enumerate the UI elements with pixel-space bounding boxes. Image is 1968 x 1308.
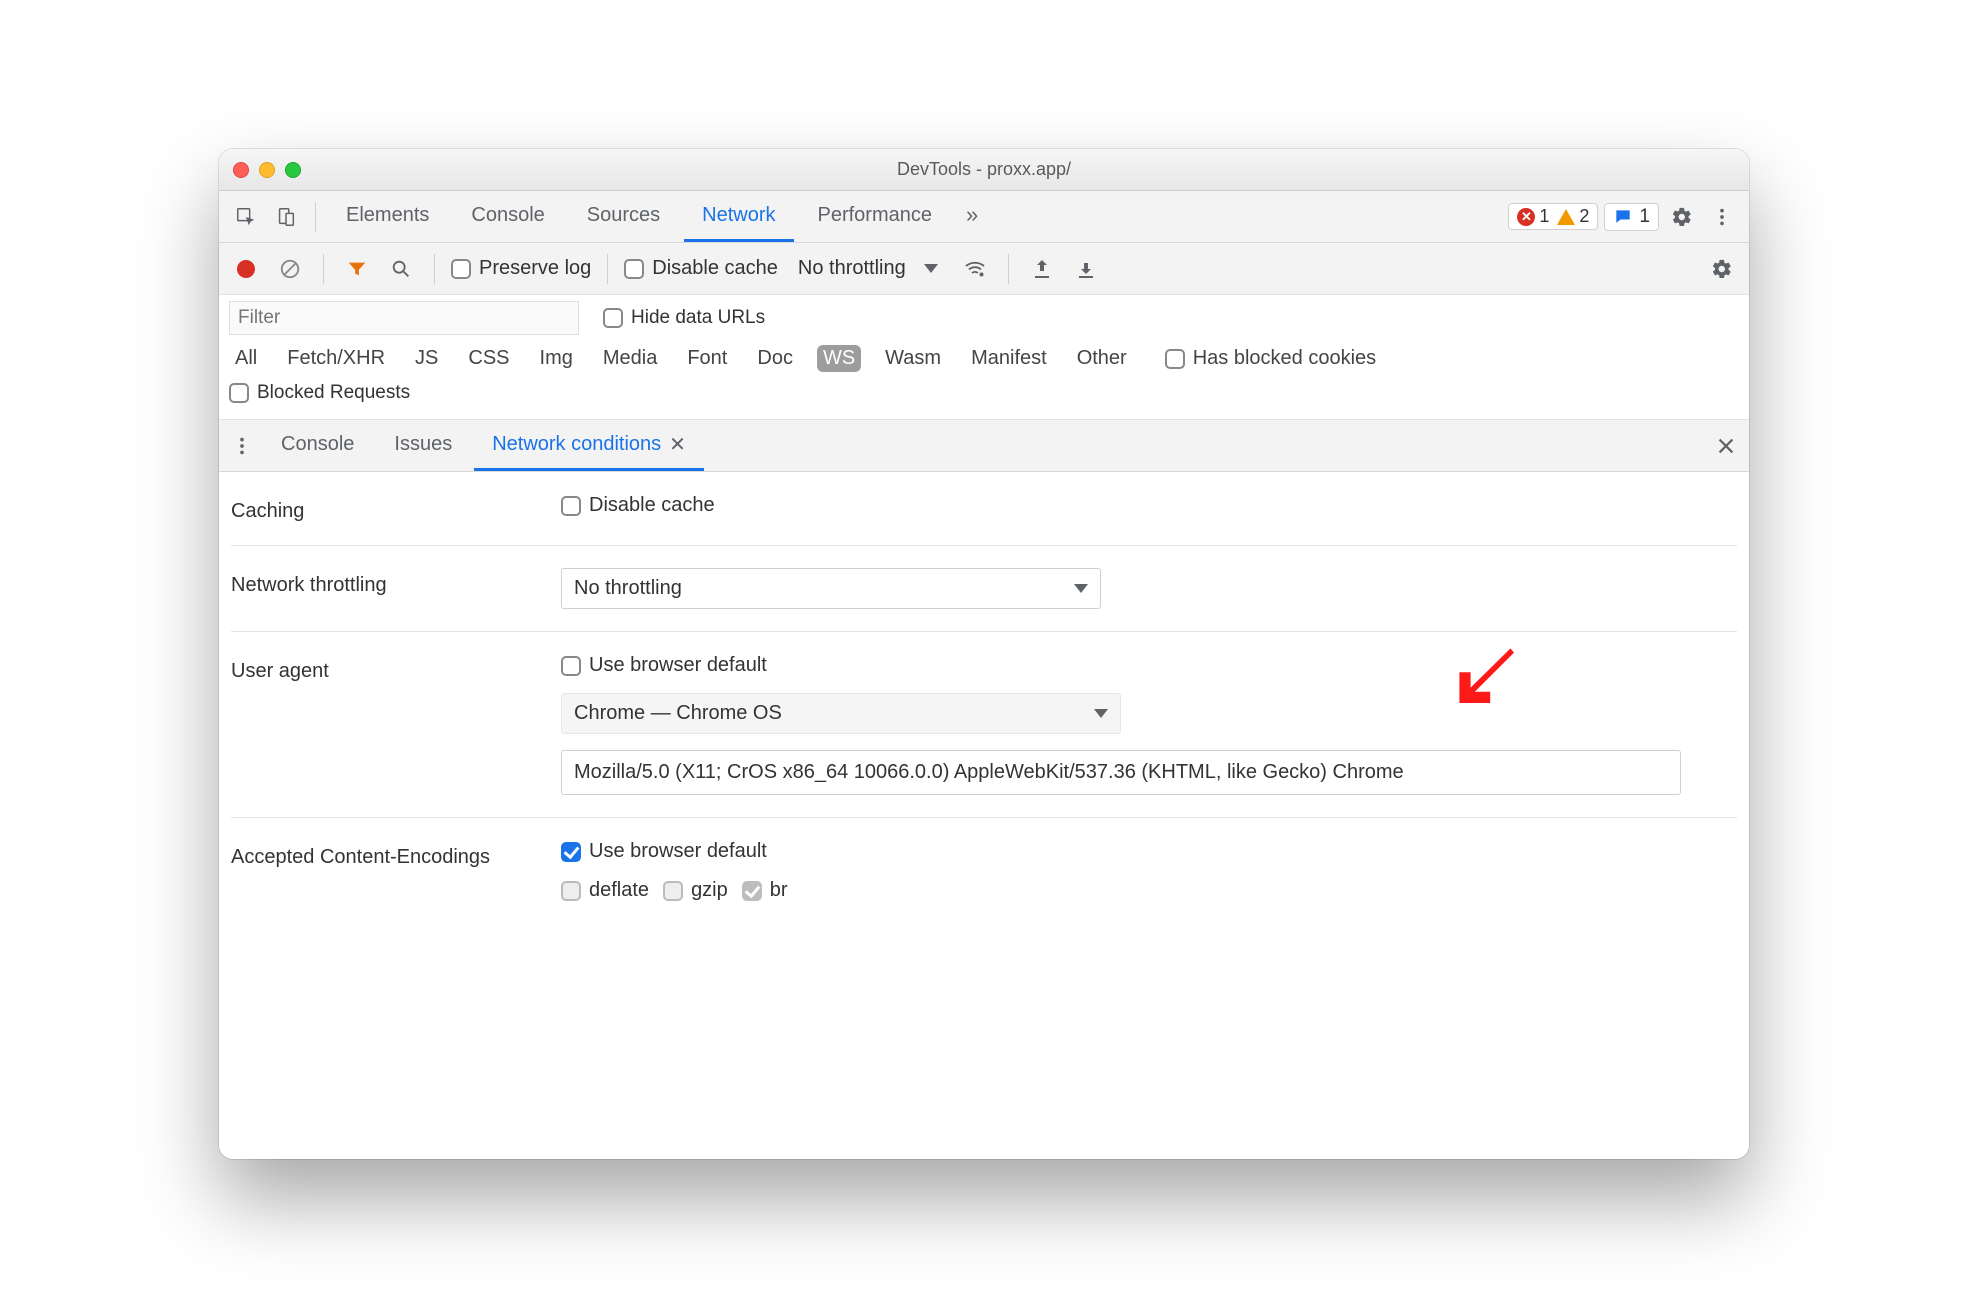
chip-other[interactable]: Other (1071, 345, 1133, 372)
tab-network[interactable]: Network (684, 191, 793, 242)
chip-ws[interactable]: WS (817, 345, 861, 372)
minimize-window-button[interactable] (259, 162, 275, 178)
drawer-more-icon[interactable] (225, 429, 259, 463)
ua-preset-select[interactable]: Chrome — Chrome OS (561, 693, 1121, 734)
enc-gzip-checkbox[interactable]: gzip (663, 879, 728, 902)
import-har-icon[interactable] (1025, 252, 1059, 286)
chip-wasm[interactable]: Wasm (879, 345, 947, 372)
filter-input[interactable] (229, 301, 579, 335)
chevron-down-icon (1094, 709, 1108, 718)
filter-toggle-icon[interactable] (340, 252, 374, 286)
export-har-icon[interactable] (1069, 252, 1103, 286)
chip-fetchxhr[interactable]: Fetch/XHR (281, 345, 391, 372)
tab-elements[interactable]: Elements (328, 191, 447, 242)
errors-count: ✕ 1 (1517, 206, 1549, 227)
drawer-tab-issues[interactable]: Issues (376, 420, 470, 471)
content-encodings-setting: Accepted Content-Encodings Use browser d… (231, 818, 1737, 924)
search-icon[interactable] (384, 252, 418, 286)
chip-doc[interactable]: Doc (751, 345, 799, 372)
caching-setting: Caching Disable cache (231, 472, 1737, 546)
ua-string-input[interactable]: Mozilla/5.0 (X11; CrOS x86_64 10066.0.0)… (561, 750, 1681, 795)
more-menu-icon[interactable] (1705, 200, 1739, 234)
console-issues-badge[interactable]: ✕ 1 2 (1508, 203, 1598, 230)
filter-bar: Hide data URLs All Fetch/XHR JS CSS Img … (219, 295, 1749, 420)
chip-font[interactable]: Font (681, 345, 733, 372)
tab-performance[interactable]: Performance (800, 191, 951, 242)
content-encodings-label: Accepted Content-Encodings (231, 840, 541, 869)
settings-gear-icon[interactable] (1665, 200, 1699, 234)
enc-br-checkbox[interactable]: br (742, 879, 788, 902)
issues-badge[interactable]: 1 (1604, 203, 1659, 231)
enc-deflate-checkbox[interactable]: deflate (561, 879, 649, 902)
chevron-down-icon (1074, 584, 1088, 593)
throttling-dropdown[interactable]: No throttling (788, 253, 948, 284)
window-title: DevTools - proxx.app/ (219, 159, 1749, 180)
enc-use-default-checkbox[interactable]: Use browser default (561, 840, 1737, 863)
user-agent-label: User agent (231, 654, 541, 683)
record-icon (237, 260, 255, 278)
divider (315, 202, 316, 232)
close-window-button[interactable] (233, 162, 249, 178)
drawer-tabs: Console Issues Network conditions ✕ (219, 420, 1749, 472)
tab-sources[interactable]: Sources (569, 191, 678, 242)
network-conditions-panel: Caching Disable cache Network throttling… (219, 472, 1749, 1159)
error-icon: ✕ (1517, 208, 1535, 226)
ua-use-browser-default-checkbox[interactable]: Use browser default (561, 654, 1737, 677)
chip-js[interactable]: JS (409, 345, 444, 372)
drawer-tab-network-conditions[interactable]: Network conditions ✕ (474, 420, 704, 471)
network-toolbar: Preserve log Disable cache No throttling (219, 243, 1749, 295)
drawer-tab-console[interactable]: Console (263, 420, 372, 471)
zoom-window-button[interactable] (285, 162, 301, 178)
chip-img[interactable]: Img (534, 345, 579, 372)
titlebar: DevTools - proxx.app/ (219, 149, 1749, 191)
blocked-requests-checkbox[interactable]: Blocked Requests (229, 382, 410, 404)
user-agent-setting: User agent Use browser default Chrome — … (231, 632, 1737, 818)
throttling-label: Network throttling (231, 568, 541, 597)
warning-icon (1557, 209, 1575, 225)
network-settings-gear-icon[interactable] (1705, 252, 1739, 286)
close-drawer-icon[interactable] (1709, 429, 1743, 463)
issues-icon (1613, 207, 1633, 227)
record-button[interactable] (229, 252, 263, 286)
throttling-select[interactable]: No throttling (561, 568, 1101, 609)
tabs-overflow-button[interactable]: » (956, 191, 988, 242)
inspect-element-icon[interactable] (229, 200, 263, 234)
device-toggle-icon[interactable] (269, 200, 303, 234)
window-controls (233, 162, 301, 178)
chip-all[interactable]: All (229, 345, 263, 372)
chevron-down-icon (924, 264, 938, 273)
chip-media[interactable]: Media (597, 345, 663, 372)
main-tabs-bar: Elements Console Sources Network Perform… (219, 191, 1749, 243)
caching-disable-cache-checkbox[interactable]: Disable cache (561, 494, 1737, 517)
chip-css[interactable]: CSS (462, 345, 515, 372)
disable-cache-checkbox[interactable]: Disable cache (624, 257, 778, 280)
has-blocked-cookies-checkbox[interactable]: Has blocked cookies (1165, 347, 1376, 370)
network-conditions-icon[interactable] (958, 252, 992, 286)
close-tab-icon[interactable]: ✕ (669, 432, 686, 457)
chip-manifest[interactable]: Manifest (965, 345, 1053, 372)
clear-button[interactable] (273, 252, 307, 286)
preserve-log-checkbox[interactable]: Preserve log (451, 257, 591, 280)
resource-type-chips: All Fetch/XHR JS CSS Img Media Font Doc … (229, 345, 1739, 372)
devtools-window: DevTools - proxx.app/ Elements Console S… (219, 149, 1749, 1159)
tab-console[interactable]: Console (453, 191, 562, 242)
throttling-setting: Network throttling No throttling (231, 546, 1737, 632)
hide-data-urls-checkbox[interactable]: Hide data URLs (603, 307, 765, 329)
warnings-count: 2 (1557, 206, 1589, 227)
caching-label: Caching (231, 494, 541, 523)
